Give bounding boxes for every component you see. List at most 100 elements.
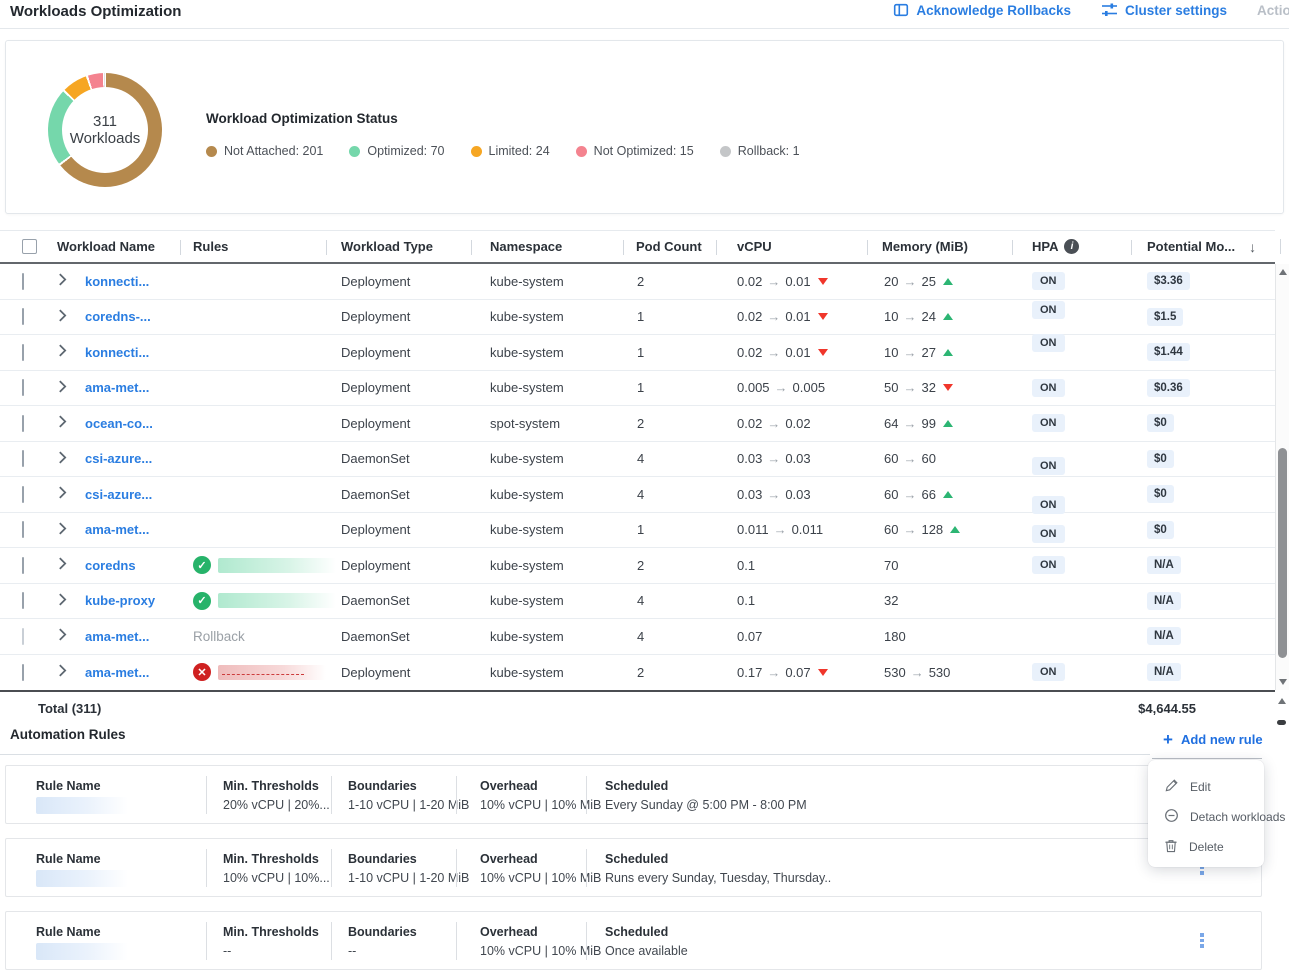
rule-field-value: -- xyxy=(348,944,456,958)
acknowledge-rollbacks-button[interactable]: Acknowledge Rollbacks xyxy=(893,2,1071,18)
workload-type-cell: Deployment xyxy=(326,345,471,360)
workload-name-link[interactable]: konnecti... xyxy=(75,274,180,289)
row-checkbox[interactable] xyxy=(22,486,24,503)
legend-item-optimized: Optimized: 70 xyxy=(349,144,444,158)
scroll-up-arrow-icon[interactable] xyxy=(1279,269,1287,275)
workload-status-donut-chart: 311 Workloads xyxy=(48,73,162,187)
metric-current: 20 xyxy=(884,274,898,289)
memory-cell: 50→32 xyxy=(867,380,1012,395)
column-memory[interactable]: Memory (MiB) xyxy=(867,231,1012,262)
metric-arrow-icon: → xyxy=(898,380,921,395)
hpa-info-icon[interactable]: i xyxy=(1064,239,1079,254)
menu-item-detach-workloads[interactable]: Detach workloads xyxy=(1164,802,1285,832)
row-checkbox[interactable] xyxy=(22,415,24,432)
add-new-rule-button[interactable]: + Add new rule xyxy=(1163,731,1263,748)
scroll-down-arrow-icon[interactable] xyxy=(1279,679,1287,685)
min-thresholds-field: Min. Thresholds-- xyxy=(206,912,331,969)
workload-name-link[interactable]: coredns-... xyxy=(75,309,180,324)
table-total-row: Total (311) $4,644.55 xyxy=(0,690,1275,724)
status-info: Workload Optimization Status Not Attache… xyxy=(206,111,800,158)
chevron-right-icon[interactable] xyxy=(58,309,67,325)
chevron-right-icon[interactable] xyxy=(58,344,67,360)
workload-name-link[interactable]: ama-met... xyxy=(75,665,180,680)
namespace-cell: spot-system xyxy=(471,416,623,431)
row-checkbox[interactable] xyxy=(22,592,24,609)
chevron-right-icon[interactable] xyxy=(58,664,67,680)
column-vcpu[interactable]: vCPU xyxy=(716,231,867,262)
min-thresholds-field-label: Min. Thresholds xyxy=(223,852,331,866)
pod-count-cell: 2 xyxy=(623,274,716,289)
donut-total-value: 311 xyxy=(93,113,117,130)
chevron-right-icon[interactable] xyxy=(58,380,67,396)
not-optimized-dot-icon xyxy=(576,146,587,157)
column-potential-savings[interactable]: Potential Mo... ↓ xyxy=(1131,231,1275,262)
row-checkbox[interactable] xyxy=(22,344,24,361)
row-checkbox[interactable] xyxy=(22,521,24,538)
memory-cell: 60→66 xyxy=(867,487,1012,502)
metric-target: 0.005 xyxy=(793,380,826,395)
workload-name-link[interactable]: csi-azure... xyxy=(75,451,180,466)
row-checkbox[interactable] xyxy=(22,628,24,645)
column-pod-count[interactable]: Pod Count xyxy=(623,231,716,262)
potential-savings-cell: N/A xyxy=(1131,627,1275,645)
rule-kebab-menu-icon[interactable] xyxy=(1195,931,1209,951)
vcpu-cell: 0.1 xyxy=(716,558,867,573)
column-workload-type[interactable]: Workload Type xyxy=(326,231,471,262)
metric-target: 32 xyxy=(921,380,935,395)
workload-name-link[interactable]: konnecti... xyxy=(75,345,180,360)
workload-name-link[interactable]: ama-met... xyxy=(75,522,180,537)
column-rules[interactable]: Rules xyxy=(180,231,326,262)
automation-rule-card: Rule NameMin. Thresholds20% vCPU | 20%..… xyxy=(5,765,1262,824)
scrollbar-thumb[interactable] xyxy=(1278,448,1287,658)
namespace-cell: kube-system xyxy=(471,487,623,502)
chevron-right-icon[interactable] xyxy=(58,628,67,644)
rollback-dot-icon xyxy=(720,146,731,157)
table-scrollbar[interactable] xyxy=(1275,264,1289,690)
metric-arrow-icon: → xyxy=(769,522,792,537)
header-edge-separator xyxy=(1280,239,1281,254)
memory-cell: 180 xyxy=(867,629,1012,644)
potential-savings-cell: $1.44 xyxy=(1131,343,1275,361)
chevron-right-icon[interactable] xyxy=(58,273,67,289)
workload-name-link[interactable]: coredns xyxy=(75,558,180,573)
cluster-settings-button[interactable]: Cluster settings xyxy=(1101,2,1227,18)
chevron-right-icon[interactable] xyxy=(58,486,67,502)
row-checkbox[interactable] xyxy=(22,450,24,467)
row-checkbox[interactable] xyxy=(22,664,24,681)
workload-name-link[interactable]: kube-proxy xyxy=(75,593,180,608)
pod-count-cell: 4 xyxy=(623,487,716,502)
column-hpa[interactable]: HPA i xyxy=(1012,231,1131,262)
row-checkbox[interactable] xyxy=(22,379,24,396)
page-scrollbar[interactable] xyxy=(1275,694,1289,728)
hpa-on-badge: ON xyxy=(1032,525,1065,543)
sort-descending-icon[interactable]: ↓ xyxy=(1249,239,1256,255)
row-checkbox[interactable] xyxy=(22,308,24,325)
workload-name-link[interactable]: csi-azure... xyxy=(75,487,180,502)
chevron-right-icon[interactable] xyxy=(58,557,67,573)
metric-current: 70 xyxy=(884,558,898,573)
chevron-right-icon[interactable] xyxy=(58,522,67,538)
rule-attached-check-icon: ✓ xyxy=(193,556,211,574)
trend-up-icon xyxy=(943,278,953,285)
chevron-right-icon[interactable] xyxy=(58,593,67,609)
metric-current: 0.17 xyxy=(737,665,762,680)
row-checkbox[interactable] xyxy=(22,273,24,290)
workload-name-link[interactable]: ocean-co... xyxy=(75,416,180,431)
actions-button[interactable]: Action xyxy=(1257,3,1289,18)
menu-item-delete[interactable]: Delete xyxy=(1164,832,1224,862)
overhead-field-label: Overhead xyxy=(480,852,586,866)
select-all-checkbox[interactable] xyxy=(22,239,37,254)
workload-name-link[interactable]: ama-met... xyxy=(75,629,180,644)
row-expand-cell xyxy=(45,628,75,644)
menu-item-edit[interactable]: Edit xyxy=(1164,772,1211,802)
chevron-right-icon[interactable] xyxy=(58,451,67,467)
pod-count-cell: 1 xyxy=(623,380,716,395)
column-workload-name[interactable]: Workload Name xyxy=(45,231,180,262)
hpa-cell: ON xyxy=(1012,272,1131,290)
column-namespace[interactable]: Namespace xyxy=(471,231,623,262)
page-scroll-up-arrow-icon[interactable] xyxy=(1278,698,1286,704)
chevron-right-icon[interactable] xyxy=(58,415,67,431)
row-checkbox[interactable] xyxy=(22,557,24,574)
workload-name-link[interactable]: ama-met... xyxy=(75,380,180,395)
page-scrollbar-thumb[interactable] xyxy=(1277,720,1286,725)
